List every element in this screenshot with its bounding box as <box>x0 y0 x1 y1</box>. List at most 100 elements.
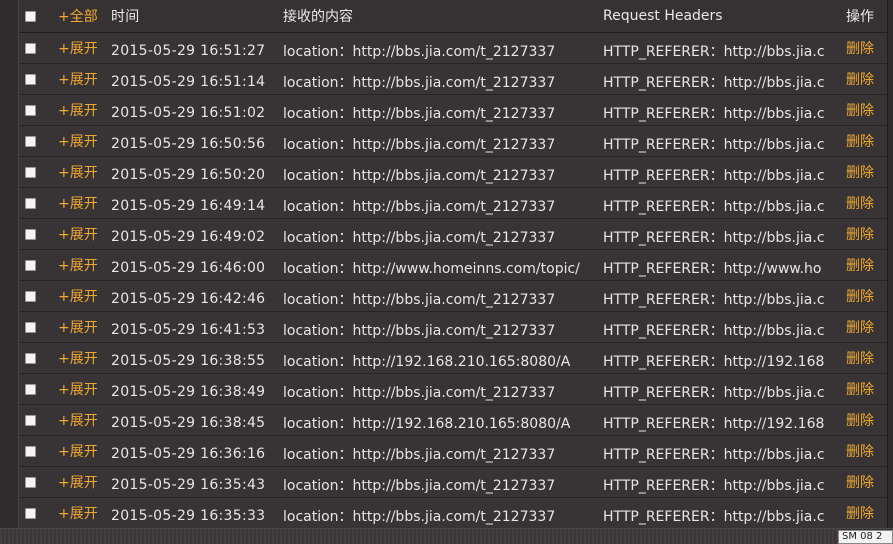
row-checkbox-cell[interactable] <box>25 33 39 63</box>
row-checkbox[interactable] <box>25 476 36 488</box>
row-content: location：http://bbs.jia.com/t_2127337 <box>283 323 556 339</box>
row-checkbox[interactable] <box>25 197 36 209</box>
row-expand-link[interactable]: +展开 <box>58 33 108 63</box>
row-delete-link[interactable]: 删除 <box>846 250 886 280</box>
row-content: location：http://192.168.210.165:8080/A <box>283 416 571 432</box>
row-checkbox[interactable] <box>25 166 36 178</box>
row-checkbox[interactable] <box>25 414 36 426</box>
row-checkbox-cell[interactable] <box>25 467 39 497</box>
row-request-headers: HTTP_REFERER：http://bbs.jia.c <box>603 323 825 339</box>
row-expand-link[interactable]: +展开 <box>58 188 108 218</box>
row-delete-link[interactable]: 删除 <box>846 374 886 404</box>
row-checkbox[interactable] <box>25 73 36 85</box>
row-delete-link[interactable]: 删除 <box>846 436 886 466</box>
row-checkbox[interactable] <box>25 290 36 302</box>
row-checkbox[interactable] <box>25 104 36 116</box>
table-row: +展开 2015-05-29 16:51:02 location：http://bb… <box>19 95 887 126</box>
status-bar-texture <box>0 529 840 544</box>
table-row: +展开 2015-05-29 16:49:14 location：http://bb… <box>19 188 887 219</box>
column-header-content: 接收的内容 <box>283 9 353 25</box>
records-table: +全部 时间 接收的内容 Request Headers 操作 +展开 2015-… <box>18 0 888 528</box>
row-checkbox[interactable] <box>25 383 36 395</box>
row-time: 2015-05-29 16:36:16 <box>111 446 266 462</box>
row-checkbox-cell[interactable] <box>25 281 39 311</box>
row-checkbox[interactable] <box>25 228 36 240</box>
row-expand-link[interactable]: +展开 <box>58 64 108 94</box>
row-checkbox-cell[interactable] <box>25 126 39 156</box>
row-request-headers: HTTP_REFERER：http://bbs.jia.c <box>603 385 825 401</box>
row-time: 2015-05-29 16:35:33 <box>111 508 266 524</box>
row-delete-link[interactable]: 删除 <box>846 343 886 373</box>
row-checkbox[interactable] <box>25 445 36 457</box>
row-checkbox-cell[interactable] <box>25 250 39 280</box>
row-time: 2015-05-29 16:38:55 <box>111 353 266 369</box>
row-content: location：http://bbs.jia.com/t_2127337 <box>283 44 556 60</box>
row-checkbox-cell[interactable] <box>25 343 39 373</box>
row-checkbox-cell[interactable] <box>25 405 39 435</box>
row-checkbox[interactable] <box>25 42 36 54</box>
row-expand-link[interactable]: +展开 <box>58 436 108 466</box>
row-request-headers: HTTP_REFERER：http://bbs.jia.c <box>603 447 825 463</box>
row-checkbox[interactable] <box>25 321 36 333</box>
row-delete-link[interactable]: 删除 <box>846 157 886 187</box>
row-delete-link[interactable]: 删除 <box>846 281 886 311</box>
row-checkbox[interactable] <box>25 352 36 364</box>
row-expand-link[interactable]: +展开 <box>58 498 108 528</box>
row-checkbox[interactable] <box>25 259 36 271</box>
row-delete-link[interactable]: 删除 <box>846 312 886 342</box>
row-expand-link[interactable]: +展开 <box>58 312 108 342</box>
row-expand-link[interactable]: +展开 <box>58 281 108 311</box>
row-content: location：http://bbs.jia.com/t_2127337 <box>283 230 556 246</box>
row-delete-link[interactable]: 删除 <box>846 95 886 125</box>
row-expand-link[interactable]: +展开 <box>58 343 108 373</box>
row-checkbox-cell[interactable] <box>25 188 39 218</box>
row-content: location：http://bbs.jia.com/t_2127337 <box>283 447 556 463</box>
row-request-headers: HTTP_REFERER：http://bbs.jia.c <box>603 292 825 308</box>
row-delete-link[interactable]: 删除 <box>846 219 886 249</box>
select-all-checkbox[interactable] <box>25 10 36 22</box>
row-request-headers: HTTP_REFERER：http://bbs.jia.c <box>603 168 825 184</box>
row-checkbox-cell[interactable] <box>25 219 39 249</box>
row-delete-link[interactable]: 删除 <box>846 33 886 63</box>
table-row: +展开 2015-05-29 16:41:53 location：http://bb… <box>19 312 887 343</box>
column-header-action: 操作 <box>846 9 874 25</box>
row-checkbox[interactable] <box>25 507 36 519</box>
row-expand-link[interactable]: +展开 <box>58 374 108 404</box>
row-delete-link[interactable]: 删除 <box>846 64 886 94</box>
row-time: 2015-05-29 16:50:56 <box>111 136 266 152</box>
row-checkbox-cell[interactable] <box>25 312 39 342</box>
table-row: +展开 2015-05-29 16:35:43 location：http://bb… <box>19 467 887 498</box>
table-row: +展开 2015-05-29 16:38:49 location：http://bb… <box>19 374 887 405</box>
row-expand-link[interactable]: +展开 <box>58 250 108 280</box>
row-checkbox-cell[interactable] <box>25 64 39 94</box>
row-expand-link[interactable]: +展开 <box>58 219 108 249</box>
row-delete-link[interactable]: 删除 <box>846 405 886 435</box>
row-checkbox-cell[interactable] <box>25 498 39 528</box>
row-checkbox-cell[interactable] <box>25 157 39 187</box>
row-request-headers: HTTP_REFERER：http://bbs.jia.c <box>603 75 825 91</box>
row-time: 2015-05-29 16:41:53 <box>111 322 266 338</box>
row-delete-link[interactable]: 删除 <box>846 498 886 528</box>
row-checkbox-cell[interactable] <box>25 95 39 125</box>
table-row: +展开 2015-05-29 16:49:02 location：http://bb… <box>19 219 887 250</box>
row-delete-link[interactable]: 删除 <box>846 467 886 497</box>
row-expand-link[interactable]: +展开 <box>58 405 108 435</box>
table-row: +展开 2015-05-29 16:46:00 location：http://ww… <box>19 250 887 281</box>
select-all-checkbox-cell[interactable] <box>25 0 39 32</box>
row-checkbox-cell[interactable] <box>25 436 39 466</box>
row-delete-link[interactable]: 删除 <box>846 126 886 156</box>
row-delete-link[interactable]: 删除 <box>846 188 886 218</box>
table-row: +展开 2015-05-29 16:35:33 location：http://bb… <box>19 498 887 528</box>
row-request-headers: HTTP_REFERER：http://bbs.jia.c <box>603 509 825 525</box>
row-request-headers: HTTP_REFERER：http://bbs.jia.c <box>603 44 825 60</box>
row-checkbox-cell[interactable] <box>25 374 39 404</box>
row-expand-link[interactable]: +展开 <box>58 95 108 125</box>
table-row: +展开 2015-05-29 16:51:14 location：http://bb… <box>19 64 887 95</box>
row-expand-link[interactable]: +展开 <box>58 126 108 156</box>
row-expand-link[interactable]: +展开 <box>58 157 108 187</box>
row-time: 2015-05-29 16:51:27 <box>111 43 266 59</box>
expand-all-link[interactable]: +全部 <box>58 0 108 32</box>
row-content: location：http://bbs.jia.com/t_2127337 <box>283 106 556 122</box>
row-expand-link[interactable]: +展开 <box>58 467 108 497</box>
row-checkbox[interactable] <box>25 135 36 147</box>
